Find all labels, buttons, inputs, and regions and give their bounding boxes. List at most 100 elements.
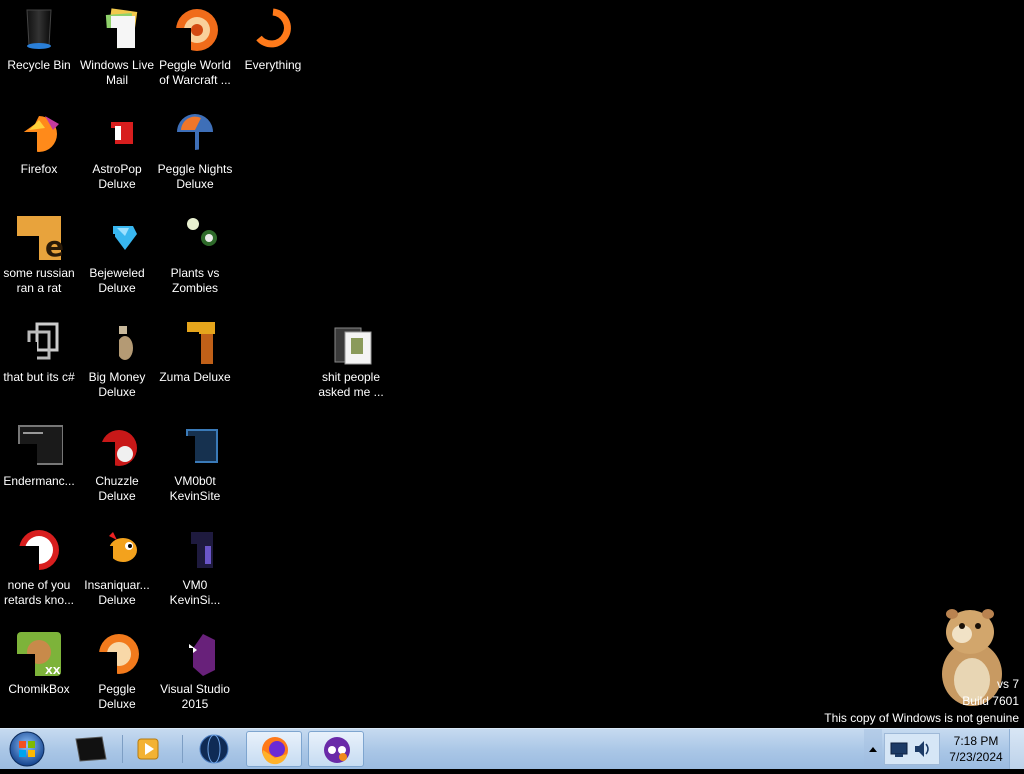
big-money-icon	[93, 318, 141, 366]
desktop-icon-chomikbox[interactable]: XX ChomikBox	[0, 624, 78, 697]
desktop-icon-label: Big Money Deluxe	[88, 370, 146, 399]
desktop-icon-windows-live-mail[interactable]: Windows Live Mail	[78, 0, 156, 88]
app-shortcut-icon	[15, 526, 63, 574]
globe-icon	[199, 734, 229, 764]
desktop: Recycle Bin Firefox e some russian ran a…	[0, 0, 1024, 728]
desktop-icon-label: Peggle Deluxe	[98, 682, 136, 711]
peggle-icon	[171, 6, 219, 54]
show-desktop-button[interactable]	[1009, 729, 1024, 769]
app-shortcut-icon: e	[15, 214, 64, 263]
volume-icon[interactable]	[915, 741, 929, 757]
network-icon[interactable]	[890, 742, 908, 757]
astropop-icon	[93, 110, 141, 158]
desktop-icon-big-money[interactable]: Big Money Deluxe	[78, 312, 156, 400]
desktop-icon-insaniquarium[interactable]: Insaniquar... Deluxe	[78, 520, 156, 608]
desktop-icon-some-russian[interactable]: e some russian ran a rat	[0, 208, 78, 296]
bejeweled-icon	[93, 214, 141, 262]
desktop-icon-label: Bejeweled Deluxe	[89, 266, 145, 295]
terminal-icon	[75, 736, 107, 762]
windows-watermark: vs 7 Build 7601 This copy of Windows is …	[824, 676, 1019, 727]
desktop-icon-bejeweled[interactable]: Bejeweled Deluxe	[78, 208, 156, 296]
firefox-icon	[262, 737, 288, 765]
desktop-icon-label: Plants vs Zombies	[170, 266, 220, 295]
desktop-icon-label: AstroPop Deluxe	[92, 162, 142, 191]
taskbar: 7:18 PM 7/23/2024	[0, 728, 1024, 769]
desktop-icon-astropop[interactable]: AstroPop Deluxe	[78, 104, 156, 192]
desktop-icon-none-of-you[interactable]: none of you retards kno...	[0, 520, 78, 608]
desktop-icon-peggle-nights[interactable]: Peggle Nights Deluxe	[156, 104, 234, 192]
svg-text:XX: XX	[45, 666, 61, 677]
desktop-icon-endermanch[interactable]: Endermanc...	[0, 416, 78, 489]
desktop-icon-label: that but its c#	[3, 370, 75, 384]
desktop-icon-label: Recycle Bin	[7, 58, 71, 72]
tray-icons	[884, 733, 940, 765]
windows-logo-icon	[9, 731, 45, 767]
plants-vs-zombies-icon	[171, 214, 219, 262]
peggle-deluxe-icon	[93, 630, 141, 678]
desktop-icon-label: Windows Live Mail	[79, 58, 155, 87]
desktop-icon-label: VM0 KevinSi...	[169, 578, 221, 607]
desktop-icon-label: Peggle Nights Deluxe	[157, 162, 233, 191]
desktop-icon-label: Visual Studio 2015	[160, 682, 230, 711]
svg-text:e: e	[45, 230, 63, 262]
chomikbox-icon: XX	[15, 630, 63, 678]
desktop-icon-vm0b0t[interactable]: VM0b0t KevinSite	[156, 416, 234, 504]
recycle-bin-icon	[15, 6, 63, 54]
insaniquarium-icon	[93, 526, 141, 574]
vm-file-icon	[171, 526, 219, 574]
media-player-icon	[137, 738, 159, 760]
taskbar-terminal[interactable]	[62, 731, 118, 767]
taskbar-obs[interactable]	[308, 731, 364, 767]
desktop-icon-label: shit people asked me ...	[318, 370, 384, 399]
desktop-icon-vm0-kevinsite[interactable]: VM0 KevinSi...	[156, 520, 234, 608]
show-hidden-icons-button[interactable]	[864, 729, 882, 769]
terminal-icon	[15, 422, 64, 470]
watermark-line-1: vs 7	[996, 677, 1019, 691]
desktop-icon-peggle-deluxe[interactable]: Peggle Deluxe	[78, 624, 156, 712]
desktop-icon-label: none of you retards kno...	[3, 578, 75, 607]
desktop-icon-label: Chuzzle Deluxe	[95, 474, 139, 503]
obs-mask-icon	[324, 737, 350, 763]
desktop-icon-firefox[interactable]: Firefox	[0, 104, 78, 177]
desktop-icon-label: Firefox	[20, 162, 58, 176]
watermark-line-3: This copy of Windows is not genuine	[824, 711, 1019, 725]
taskbar-media-player[interactable]	[124, 731, 180, 767]
desktop-icon-label: ChomikBox	[8, 682, 70, 696]
desktop-icon-label: Zuma Deluxe	[159, 370, 231, 384]
watermark-line-2: Build 7601	[962, 694, 1019, 708]
desktop-icon-recycle-bin[interactable]: Recycle Bin	[0, 0, 78, 73]
desktop-icon-label: VM0b0t KevinSite	[169, 474, 221, 503]
start-button[interactable]	[4, 730, 50, 768]
desktop-icon-everything[interactable]: Everything	[234, 0, 312, 73]
desktop-icon-that-but-its-cs[interactable]: that but its c#	[0, 312, 78, 385]
clock-time: 7:18 PM	[953, 734, 999, 748]
system-tray: 7:18 PM 7/23/2024	[864, 729, 1024, 769]
firefox-icon	[15, 110, 63, 158]
desktop-icon-label: Endermanc...	[3, 474, 75, 488]
zuma-icon	[171, 318, 219, 366]
folder-stack-icon	[15, 318, 63, 366]
visual-studio-icon	[171, 630, 219, 678]
folder-icon	[327, 318, 375, 366]
everything-search-icon	[249, 6, 297, 54]
desktop-icon-label: Insaniquar... Deluxe	[84, 578, 150, 607]
taskbar-separator	[122, 735, 123, 763]
taskbar-separator	[182, 735, 183, 763]
desktop-icon-plants-vs-zombies[interactable]: Plants vs Zombies	[156, 208, 234, 296]
vm-icon	[171, 422, 219, 470]
peggle-nights-icon	[171, 110, 219, 158]
desktop-icon-peggle-wow[interactable]: Peggle World of Warcraft ...	[156, 0, 234, 88]
chevron-up-icon	[869, 747, 877, 752]
taskbar-firefox[interactable]	[246, 731, 302, 767]
desktop-icon-chuzzle[interactable]: Chuzzle Deluxe	[78, 416, 156, 504]
taskbar-clock[interactable]: 7:18 PM 7/23/2024	[944, 733, 1008, 765]
mail-icon	[93, 6, 141, 54]
desktop-icon-zuma[interactable]: Zuma Deluxe	[156, 312, 234, 385]
desktop-icon-label: Everything	[244, 58, 302, 72]
taskbar-globe[interactable]	[186, 731, 242, 767]
desktop-icon-label: some russian ran a rat	[3, 266, 75, 295]
desktop-icon-shit-people-asked[interactable]: shit people asked me ...	[312, 312, 390, 400]
clock-date: 7/23/2024	[949, 750, 1003, 764]
chuzzle-icon	[93, 422, 141, 470]
desktop-icon-visual-studio[interactable]: Visual Studio 2015	[156, 624, 234, 712]
